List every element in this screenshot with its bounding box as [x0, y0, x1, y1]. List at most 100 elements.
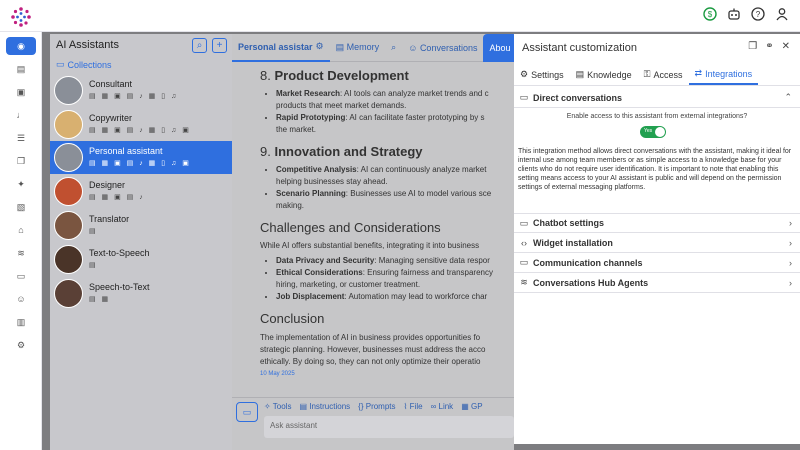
search-icon[interactable]: ⌕	[385, 42, 402, 53]
list-item: helping businesses stay ahead.	[276, 177, 388, 186]
assistant-item-consultant[interactable]: Consultant ▤ ▦ ▣ ▤ ♪ ▦ ▯ ♫	[50, 74, 232, 107]
chevron-right-icon: ›	[789, 237, 792, 248]
nav-server-icon[interactable]: ▥	[6, 313, 36, 331]
capability-icons: ▤ ▦	[89, 296, 111, 303]
tab-settings[interactable]: ⚙ Settings	[514, 64, 570, 85]
nav-sparkle-icon[interactable]: ✦	[6, 175, 36, 193]
prompts-button[interactable]: {} Prompts	[358, 402, 395, 411]
nav-image-icon[interactable]: ▧	[6, 198, 36, 216]
gear-icon: ⚙	[520, 69, 529, 79]
heading-challenges: Challenges and Considerations	[260, 220, 441, 235]
chat-icon[interactable]: ▭	[236, 402, 258, 422]
list-item: Competitive Analysis: AI can continuousl…	[276, 164, 514, 176]
avatar	[54, 245, 83, 274]
nav-users-icon[interactable]: ☺	[6, 290, 36, 308]
list-challenges: Data Privacy and Security: Managing sens…	[276, 255, 514, 303]
tab-personal-assistant[interactable]: Personal assistar ⚙	[232, 34, 330, 62]
nav-gallery-icon[interactable]: ▣	[6, 83, 36, 101]
assistant-item-translator[interactable]: Translator ▤	[50, 209, 232, 242]
chat-icon: ▭	[519, 217, 529, 228]
section-chatbot-settings[interactable]: ▭ Chatbot settings ›	[514, 213, 800, 233]
tab-about[interactable]: Abou	[483, 34, 514, 62]
assistant-item-speech-to-text[interactable]: Speech-to-Text ▤ ▦	[50, 277, 232, 310]
assistants-title: AI Assistants	[56, 39, 119, 51]
composer-toolbar: ✧ Tools ▤ Instructions {} Prompts ⌇ File…	[264, 402, 483, 411]
file-button[interactable]: ⌇ File	[404, 402, 423, 411]
capability-icons: ▤ ▦ ▣ ▤ ♪ ▦ ▯ ♫	[89, 93, 179, 100]
list-item: Data Privacy and Security: Managing sens…	[276, 255, 514, 267]
section-widget-installation[interactable]: ‹› Widget installation ›	[514, 233, 800, 253]
capability-icons: ▤ ▦ ▣ ▤ ♪ ▦ ▯ ♫ ▣	[89, 160, 191, 167]
section-communication-channels[interactable]: ▭ Communication channels ›	[514, 253, 800, 273]
swap-icon: ⇄	[694, 68, 703, 78]
instructions-button[interactable]: ▤ Instructions	[299, 402, 350, 411]
composer: ▭ ✧ Tools ▤ Instructions {} Prompts ⌇ Fi…	[232, 397, 514, 450]
chevron-right-icon: ›	[789, 257, 792, 268]
tools-button[interactable]: ✧ Tools	[264, 402, 291, 411]
list-item: hiring, marketing, or customer treatment…	[276, 280, 421, 289]
assistant-item-copywriter[interactable]: Copywriter ▤ ▦ ▣ ▤ ♪ ▦ ▯ ♫ ▣	[50, 108, 232, 141]
assistant-item-personal-assistant[interactable]: Personal assistant ▤ ▦ ▣ ▤ ♪ ▦ ▯ ♫ ▣	[50, 141, 232, 174]
lock-icon: ⚿	[643, 69, 651, 79]
copy-icon[interactable]: ❐	[748, 41, 757, 52]
external-access-toggle[interactable]: Yes	[640, 126, 666, 138]
tab-access[interactable]: ⚿ Access	[638, 64, 689, 85]
help-icon[interactable]: ?	[750, 6, 766, 22]
integration-question: Enable access to this assistant from ext…	[566, 113, 748, 120]
collections-link[interactable]: ▭ Collections	[56, 59, 112, 70]
capability-icons: ▤	[89, 228, 98, 235]
user-icon[interactable]	[774, 6, 790, 22]
list-item: making.	[276, 201, 305, 210]
message-date: 10 May 2025	[260, 371, 295, 377]
section-direct-conversations[interactable]: ▭ Direct conversations ⌃	[514, 88, 800, 108]
nav-chat-icon[interactable]: ▭	[6, 267, 36, 285]
close-icon[interactable]: ✕	[782, 41, 790, 52]
nav-checklist-icon[interactable]: ☰	[6, 129, 36, 147]
nav-microphone-icon[interactable]: ♩	[6, 106, 36, 124]
capability-icons: ▤ ▦ ▣ ▤ ♪ ▦ ▯ ♫ ▣	[89, 127, 191, 134]
integration-description: This integration method allows direct co…	[518, 148, 792, 191]
left-nav: ◉ ▤ ▣ ♩ ☰ ❐ ✦ ▧ ⌂ ≋ ▭ ☺ ▥ ⚙	[0, 32, 42, 450]
search-icon[interactable]: ⌕	[192, 38, 207, 53]
svg-text:$: $	[708, 10, 713, 19]
tab-knowledge[interactable]: ▤ Knowledge	[570, 64, 638, 85]
panel-actions: ❐ ⚭ ✕	[748, 41, 790, 52]
dollar-icon[interactable]: $	[702, 6, 718, 22]
gpt-button[interactable]: ▦ GP	[461, 402, 482, 411]
list-innovation: Competitive Analysis: AI can continuousl…	[276, 164, 514, 212]
nav-database-icon[interactable]: ▤	[6, 60, 36, 78]
challenges-intro: While AI offers substantial benefits, in…	[260, 241, 480, 250]
link-icon[interactable]: ⚭	[765, 41, 773, 52]
document-content: 8. Product Development Market Research: …	[260, 66, 514, 377]
tab-integrations[interactable]: ⇄ Integrations	[688, 64, 759, 85]
tab-conversations[interactable]: ☺ Conversations	[402, 43, 483, 53]
nav-assistants-icon[interactable]: ◉	[6, 37, 36, 55]
link-button[interactable]: ∞ Link	[431, 402, 454, 411]
app-logo[interactable]	[10, 6, 32, 28]
nav-settings-icon[interactable]: ⚙	[6, 336, 36, 354]
gear-icon: ⚙	[315, 41, 324, 51]
robot-icon[interactable]	[726, 6, 742, 22]
panel-title: Assistant customization	[522, 42, 637, 54]
nav-bank-icon[interactable]: ⌂	[6, 221, 36, 239]
capability-icons: ▤	[89, 262, 98, 269]
chat-icon: ▭	[519, 257, 529, 267]
layers-icon: ≋	[520, 277, 528, 287]
nav-copy-icon[interactable]: ❐	[6, 152, 36, 170]
list-item: Rapid Prototyping: AI can facilitate fas…	[276, 112, 514, 124]
customization-panel: Assistant customization ❐ ⚭ ✕ ⚙ Settings …	[514, 34, 800, 444]
add-assistant-button[interactable]: +	[212, 38, 227, 53]
tab-memory[interactable]: ▤ Memory	[330, 42, 386, 53]
capability-icons: ▤ ▦ ▣ ▤ ♪	[89, 194, 145, 201]
ask-input[interactable]: Ask assistant	[264, 416, 514, 438]
list-item: Market Research: AI tools can analyze ma…	[276, 88, 514, 100]
heading-innovation: 9. Innovation and Strategy	[260, 144, 423, 159]
avatar	[54, 76, 83, 105]
assistant-item-text-to-speech[interactable]: Text-to-Speech ▤	[50, 243, 232, 276]
nav-layers-icon[interactable]: ≋	[6, 244, 36, 262]
database-icon: ▤	[575, 69, 585, 79]
list-item: Ethical Considerations: Ensuring fairnes…	[276, 267, 514, 279]
assistant-item-designer[interactable]: Designer ▤ ▦ ▣ ▤ ♪	[50, 175, 232, 208]
avatar	[54, 211, 83, 240]
section-conversations-hub[interactable]: ≋ Conversations Hub Agents ›	[514, 273, 800, 293]
